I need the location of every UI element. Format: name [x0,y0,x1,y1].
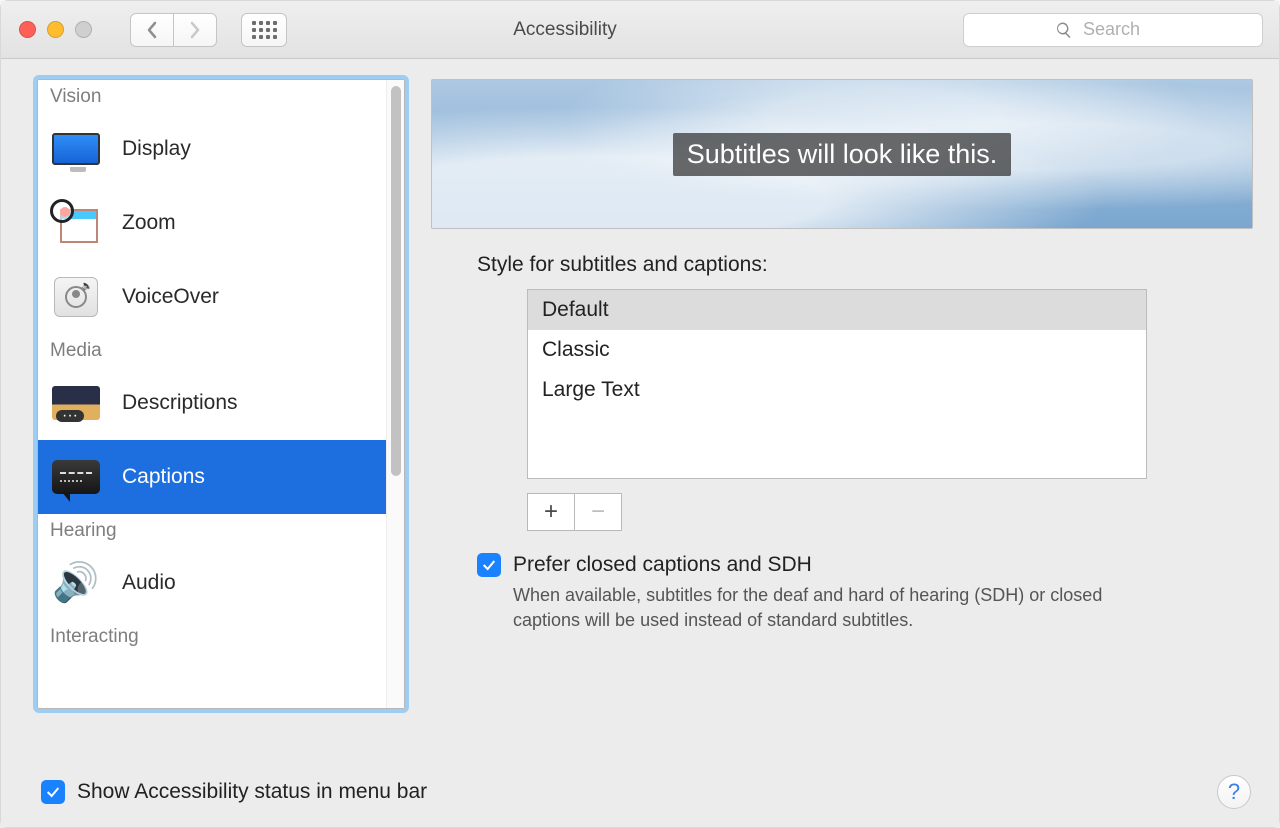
chevron-left-icon [146,21,158,39]
check-icon [481,557,497,573]
prefer-sdh-description: When available, subtitles for the deaf a… [513,583,1153,633]
style-option-classic[interactable]: Classic [528,330,1146,370]
subtitle-preview: Subtitles will look like this. [431,79,1253,229]
prefs-window: Accessibility Vision Display [0,0,1280,828]
check-icon [45,784,61,800]
audio-icon: 🔊 [54,562,98,604]
prefer-sdh-row: Prefer closed captions and SDH When avai… [477,553,1253,633]
sidebar-scrollbar[interactable] [386,80,404,708]
show-status-label: Show Accessibility status in menu bar [77,780,427,804]
group-media-header: Media [38,334,404,366]
style-option-default[interactable]: Default [528,290,1146,330]
sidebar-item-captions[interactable]: Captions [38,440,404,514]
sidebar-item-audio[interactable]: 🔊 Audio [38,546,404,620]
styles-label: Style for subtitles and captions: [477,253,1253,277]
sidebar-item-descriptions[interactable]: Descriptions [38,366,404,440]
style-option-large-text[interactable]: Large Text [528,370,1146,410]
minus-icon: − [591,498,605,526]
window-controls [19,21,92,38]
category-sidebar: Vision Display Zoom [37,79,405,709]
content: Vision Display Zoom [1,59,1279,775]
footer: Show Accessibility status in menu bar ? [1,775,1279,827]
prefer-sdh-label: Prefer closed captions and SDH [513,553,1153,577]
plus-icon: + [544,498,558,526]
subtitle-sample-text: Subtitles will look like this. [673,133,1012,176]
display-icon [52,133,100,165]
search-field[interactable] [963,13,1263,47]
sidebar-item-display[interactable]: Display [38,112,404,186]
help-icon: ? [1228,779,1240,805]
zoom-icon [54,203,98,243]
sidebar-item-label: Descriptions [122,391,238,415]
show-status-checkbox[interactable] [41,780,65,804]
group-interacting-header: Interacting [38,620,404,652]
sidebar-item-voiceover[interactable]: VoiceOver [38,260,404,334]
search-icon [1055,21,1073,39]
minimize-button[interactable] [47,21,64,38]
add-style-button[interactable]: + [527,493,575,531]
window-title: Accessibility [181,19,949,41]
scrollbar-thumb[interactable] [391,86,401,476]
captions-panel: Subtitles will look like this. Style for… [431,79,1253,765]
close-button[interactable] [19,21,36,38]
help-button[interactable]: ? [1217,775,1251,809]
sidebar-item-label: VoiceOver [122,285,219,309]
search-input[interactable] [1081,18,1171,41]
sidebar-item-label: Zoom [122,211,176,235]
captions-icon [52,460,100,494]
back-button[interactable] [130,13,174,47]
voiceover-icon [54,277,98,317]
group-vision-header: Vision [38,80,404,112]
prefer-sdh-checkbox[interactable] [477,553,501,577]
remove-style-button[interactable]: − [574,493,622,531]
descriptions-icon [52,386,100,420]
sidebar-item-label: Captions [122,465,205,489]
maximize-button[interactable] [75,21,92,38]
styles-list: Default Classic Large Text [527,289,1147,479]
add-remove-buttons: + − [527,493,1253,531]
sidebar-item-label: Audio [122,571,176,595]
titlebar: Accessibility [1,1,1279,59]
sidebar-item-label: Display [122,137,191,161]
sidebar-item-zoom[interactable]: Zoom [38,186,404,260]
group-hearing-header: Hearing [38,514,404,546]
